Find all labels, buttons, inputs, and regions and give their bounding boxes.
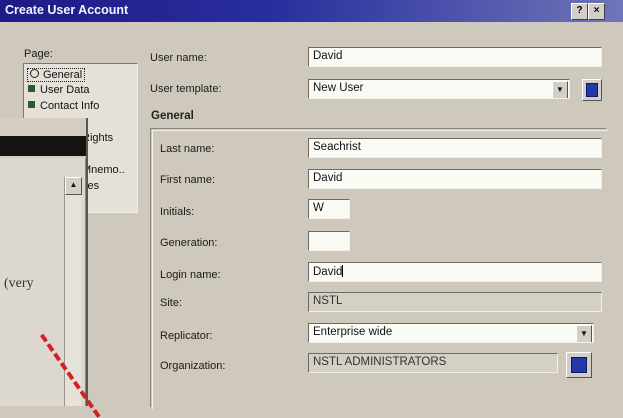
page-item-mnemonics[interactable]: Mnemo.. bbox=[82, 164, 125, 176]
login-name-value: David bbox=[313, 266, 343, 278]
background-window-text: (very bbox=[4, 276, 34, 291]
page-item-contact-info[interactable]: Contact Info bbox=[28, 100, 99, 112]
organization-field: NSTL ADMINISTRATORS bbox=[308, 353, 558, 373]
initials-input[interactable]: W bbox=[308, 199, 350, 219]
help-button[interactable]: ? bbox=[571, 3, 588, 20]
user-name-label: User name: bbox=[150, 52, 207, 64]
chevron-down-icon[interactable]: ▼ bbox=[576, 325, 592, 342]
general-heading: General bbox=[151, 110, 194, 122]
page-bullet-icon bbox=[28, 101, 35, 108]
close-button[interactable]: × bbox=[588, 3, 605, 20]
background-window-titlebar bbox=[0, 136, 86, 156]
login-name-input[interactable]: David bbox=[308, 262, 602, 282]
initials-label: Initials: bbox=[160, 206, 195, 218]
user-name-input[interactable]: David bbox=[308, 47, 602, 67]
replicator-select[interactable]: Enterprise wide ▼ bbox=[308, 323, 594, 343]
chevron-down-icon[interactable]: ▼ bbox=[552, 81, 568, 98]
page-label: Page: bbox=[24, 48, 53, 60]
page-item-user-data[interactable]: User Data bbox=[28, 84, 90, 96]
window-title: Create User Account bbox=[5, 3, 129, 17]
first-name-label: First name: bbox=[160, 174, 216, 186]
user-template-value: New User bbox=[313, 82, 364, 94]
generation-label: Generation: bbox=[160, 237, 218, 249]
replicator-label: Replicator: bbox=[160, 330, 213, 342]
generation-input[interactable] bbox=[308, 231, 350, 251]
scroll-up-icon[interactable]: ▲ bbox=[65, 177, 82, 195]
last-name-input[interactable]: Seachrist bbox=[308, 138, 602, 158]
organization-browse-button[interactable] bbox=[566, 352, 592, 378]
page-item-general[interactable]: General bbox=[27, 68, 86, 82]
login-name-label: Login name: bbox=[160, 269, 221, 281]
user-template-label: User template: bbox=[150, 83, 222, 95]
user-template-select[interactable]: New User ▼ bbox=[308, 79, 570, 99]
organization-icon bbox=[571, 357, 587, 373]
site-field: NSTL bbox=[308, 292, 602, 312]
template-icon bbox=[586, 83, 598, 97]
page-bullet-icon bbox=[28, 85, 35, 92]
template-browse-button[interactable] bbox=[582, 79, 602, 101]
title-bar[interactable]: Create User Account ? × bbox=[0, 0, 623, 22]
background-window[interactable]: ▲ (very bbox=[0, 118, 101, 418]
text-caret bbox=[342, 265, 344, 277]
last-name-label: Last name: bbox=[160, 143, 215, 155]
selected-ring-icon bbox=[30, 69, 39, 78]
first-name-input[interactable]: David bbox=[308, 169, 602, 189]
site-label: Site: bbox=[160, 297, 183, 309]
replicator-value: Enterprise wide bbox=[313, 326, 393, 338]
organization-label: Organization: bbox=[160, 360, 226, 372]
